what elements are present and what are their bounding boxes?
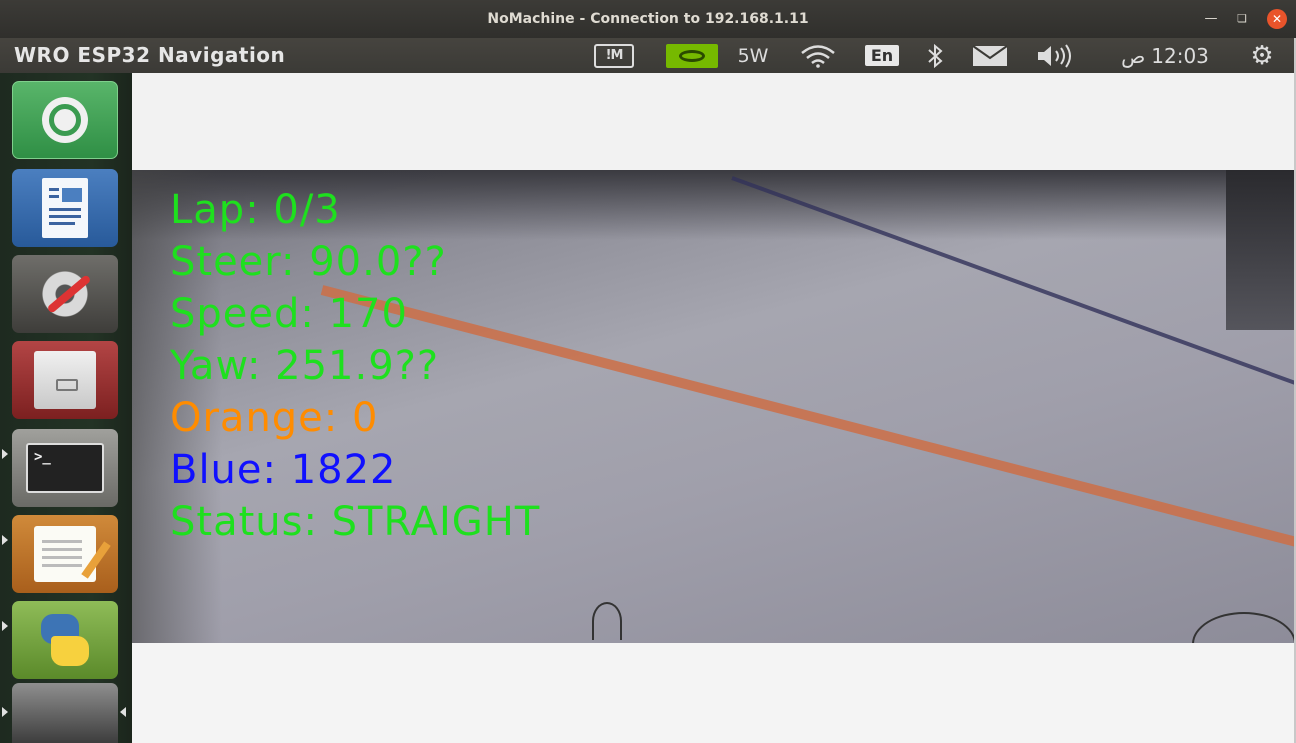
- speed-readout: Speed: 170: [170, 291, 408, 337]
- volume-icon[interactable]: [1034, 38, 1078, 73]
- blue-count-readout: Blue: 1822: [170, 447, 397, 493]
- lap-readout: Lap: 0/3: [170, 187, 341, 233]
- orange-count-readout: Orange: 0: [170, 395, 379, 441]
- launcher: >_: [0, 73, 132, 743]
- minimize-icon[interactable]: —: [1201, 9, 1221, 29]
- yaw-readout: Yaw: 251.9??: [170, 343, 440, 389]
- ubuntu-icon[interactable]: [12, 81, 118, 159]
- python-icon[interactable]: [12, 601, 118, 679]
- app-title: WRO ESP32 Navigation: [14, 43, 286, 67]
- wifi-icon[interactable]: [798, 38, 838, 73]
- system-settings-icon[interactable]: [12, 255, 118, 333]
- running-indicator-icon: [2, 535, 8, 545]
- maximize-icon[interactable]: ❏: [1232, 9, 1252, 29]
- terminal-icon[interactable]: >_: [12, 429, 118, 507]
- language-label: En: [864, 45, 900, 66]
- writer-icon[interactable]: [12, 169, 118, 247]
- steer-readout: Steer: 90.0??: [170, 239, 447, 285]
- clock[interactable]: ص 12:03: [1100, 38, 1224, 73]
- gear-icon[interactable]: ⚙: [1244, 38, 1280, 73]
- running-indicator-icon: [2, 449, 8, 459]
- clock-time: 12:03: [1151, 43, 1209, 68]
- window-title: NoMachine - Connection to 192.168.1.11: [487, 11, 809, 27]
- running-indicator-icon: [2, 621, 8, 631]
- content-bottom: [132, 643, 1294, 743]
- language-indicator[interactable]: En: [862, 38, 902, 73]
- text-editor-icon[interactable]: [12, 515, 118, 593]
- mail-icon[interactable]: [970, 38, 1010, 73]
- power-indicator[interactable]: 5W: [730, 38, 776, 73]
- top-panel: WRO ESP32 Navigation !M 5W En ص 12:03 ⚙: [0, 38, 1296, 73]
- close-icon[interactable]: ✕: [1267, 9, 1287, 29]
- clock-ampm: ص: [1121, 43, 1146, 68]
- active-indicator-icon: [120, 707, 126, 717]
- status-readout: Status: STRAIGHT: [170, 499, 541, 545]
- running-indicator-icon: [2, 707, 8, 717]
- nvidia-icon[interactable]: [665, 38, 719, 73]
- nomachine-icon[interactable]: !M: [592, 38, 636, 73]
- terminal-glyph: >_: [26, 443, 104, 493]
- file-cabinet-icon[interactable]: [12, 341, 118, 419]
- dock-icon[interactable]: [12, 683, 118, 743]
- bluetooth-icon[interactable]: [922, 38, 948, 73]
- window-titlebar: NoMachine - Connection to 192.168.1.11 —…: [0, 0, 1296, 38]
